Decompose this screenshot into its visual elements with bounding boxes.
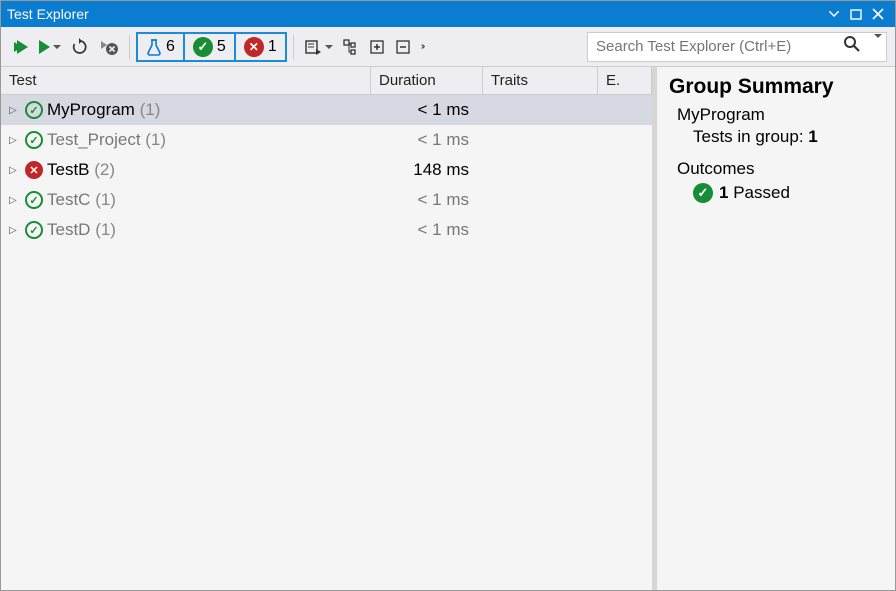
summary-panel: Group Summary MyProgram Tests in group: … <box>657 67 895 590</box>
column-e[interactable]: E. <box>598 67 652 94</box>
test-cell: ▷ ✓Test_Project (1) <box>1 130 371 150</box>
test-row[interactable]: ▷ ✓TestC (1) < 1 ms <box>1 185 652 215</box>
passed-count: 5 <box>217 38 226 56</box>
test-count: (1) <box>140 100 161 119</box>
test-count: (1) <box>95 190 116 209</box>
cancel-run-button[interactable] <box>95 33 123 61</box>
test-cell: ▷ ✓MyProgram (1) <box>1 100 371 120</box>
search-input[interactable] <box>588 34 837 59</box>
expand-chevron-icon[interactable]: ▷ <box>9 225 21 236</box>
search-icon[interactable] <box>837 35 867 58</box>
total-tests-counter[interactable]: 6 <box>138 34 185 60</box>
summary-tests-line: Tests in group: 1 <box>693 127 883 147</box>
check-circle-icon: ✓ <box>25 131 43 149</box>
column-traits[interactable]: Traits <box>483 67 598 94</box>
duration-cell: < 1 ms <box>371 100 483 120</box>
maximize-button[interactable] <box>845 3 867 25</box>
passed-tests-counter[interactable]: ✓ 5 <box>185 34 236 60</box>
check-circle-icon: ✓ <box>193 37 213 57</box>
playlist-icon <box>304 38 322 56</box>
summary-header: Group Summary <box>669 75 883 99</box>
x-circle-icon: ✕ <box>244 37 264 57</box>
test-count: (1) <box>95 220 116 239</box>
expand-chevron-icon[interactable]: ▷ <box>9 105 21 116</box>
repeat-button[interactable] <box>67 33 93 61</box>
summary-group-name: MyProgram <box>677 105 883 125</box>
outcome-row: ✓ 1 Passed <box>693 183 883 203</box>
column-test[interactable]: Test <box>1 67 371 94</box>
separator <box>129 35 130 59</box>
outcome-count: 1 <box>719 183 728 202</box>
main-area: Test Duration Traits E. ▷✓MyProgram (1)<… <box>1 67 895 590</box>
duration-cell: < 1 ms <box>371 220 483 240</box>
expand-chevron-icon[interactable]: ▷ <box>9 165 21 176</box>
test-count: (1) <box>145 130 166 149</box>
tree-header: Test Duration Traits E. <box>1 67 652 95</box>
outcome-text: 1 Passed <box>719 183 790 203</box>
dropdown-button[interactable] <box>823 3 845 25</box>
run-button[interactable] <box>35 33 65 61</box>
check-circle-icon: ✓ <box>25 191 43 209</box>
collapse-icon <box>395 39 411 55</box>
chevron-down-icon <box>874 34 882 55</box>
test-name: TestB (2) <box>47 160 115 180</box>
test-name: Test_Project (1) <box>47 130 166 150</box>
test-cell: ▷ ✓TestC (1) <box>1 190 371 210</box>
separator <box>293 35 294 59</box>
test-row[interactable]: ▷ ✕TestB (2) 148 ms <box>1 155 652 185</box>
test-name: TestD (1) <box>47 220 116 240</box>
test-name: TestC (1) <box>47 190 116 210</box>
column-duration[interactable]: Duration <box>371 67 483 94</box>
overflow-chevron-icon[interactable]: ›› <box>417 42 428 52</box>
play-icon <box>17 40 28 54</box>
chevron-down-icon <box>325 45 333 49</box>
test-cell: ▷ ✕TestB (2) <box>1 160 371 180</box>
test-row[interactable]: ▷ ✓Test_Project (1) < 1 ms <box>1 125 652 155</box>
duration-cell: < 1 ms <box>371 190 483 210</box>
test-name: MyProgram (1) <box>47 100 160 120</box>
test-cell: ▷ ✓TestD (1) <box>1 220 371 240</box>
search-box[interactable] <box>587 32 887 62</box>
repeat-icon <box>71 38 89 56</box>
test-row[interactable]: ▷ ✓TestD (1) < 1 ms <box>1 215 652 245</box>
expand-chevron-icon[interactable]: ▷ <box>9 195 21 206</box>
check-circle-icon: ✓ <box>25 101 43 119</box>
tests-label: Tests in group: <box>693 127 804 146</box>
duration-cell: < 1 ms <box>371 130 483 150</box>
expand-all-button[interactable] <box>365 33 389 61</box>
playlist-button[interactable] <box>300 33 337 61</box>
test-row[interactable]: ▷ ✓MyProgram (1) < 1 ms <box>1 95 652 125</box>
expand-chevron-icon[interactable]: ▷ <box>9 135 21 146</box>
flask-icon <box>146 38 162 56</box>
window-title: Test Explorer <box>7 6 823 22</box>
total-count: 6 <box>166 38 175 56</box>
duration-cell: 148 ms <box>371 160 483 180</box>
outcomes-label: Outcomes <box>677 159 883 179</box>
toolbar: 6 ✓ 5 ✕ 1 ›› <box>1 27 895 67</box>
check-circle-icon: ✓ <box>25 221 43 239</box>
test-count: (2) <box>94 160 115 179</box>
test-counters: 6 ✓ 5 ✕ 1 <box>136 32 287 62</box>
outcome-label: Passed <box>733 183 790 202</box>
failed-tests-counter[interactable]: ✕ 1 <box>236 34 285 60</box>
check-circle-icon: ✓ <box>693 183 713 203</box>
tests-count: 1 <box>808 127 817 146</box>
failed-count: 1 <box>268 38 277 56</box>
close-button[interactable] <box>867 3 889 25</box>
search-dropdown[interactable] <box>867 38 886 56</box>
title-bar: Test Explorer <box>1 1 895 27</box>
play-icon <box>39 40 50 54</box>
chevron-down-icon <box>53 45 61 49</box>
expand-icon <box>369 39 385 55</box>
run-all-button[interactable] <box>9 33 33 61</box>
hierarchy-icon <box>343 39 359 55</box>
group-by-button[interactable] <box>339 33 363 61</box>
play-cancel-icon <box>99 38 119 56</box>
test-tree-panel: Test Duration Traits E. ▷✓MyProgram (1)<… <box>1 67 657 590</box>
collapse-all-button[interactable] <box>391 33 415 61</box>
x-circle-icon: ✕ <box>25 161 43 179</box>
tree-body: ▷✓MyProgram (1)< 1 ms▷✓Test_Project (1)<… <box>1 95 652 590</box>
